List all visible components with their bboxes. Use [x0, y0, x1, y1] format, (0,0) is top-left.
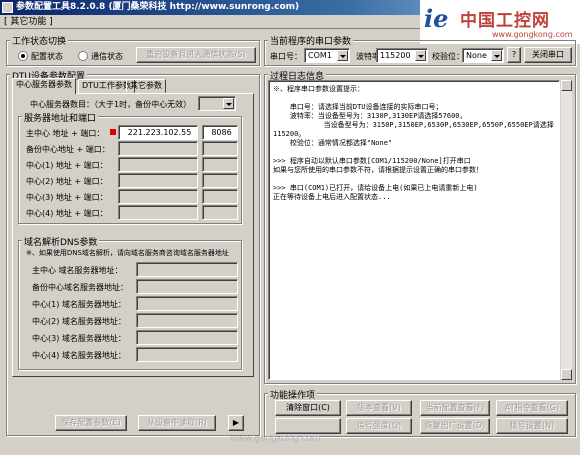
close-port-button[interactable]: 关闭串口 [524, 47, 572, 63]
dns-note: ※、如果使用DNS域名解析，请向域名服务商咨询域名服务器地址 [26, 249, 229, 257]
serial-group-label: 当前程序的串口参数 [268, 34, 354, 47]
baud-value: 115200 [380, 51, 411, 60]
server-count-select[interactable] [198, 96, 236, 111]
chevron-down-icon[interactable] [337, 50, 348, 61]
signal-strength-button[interactable]: 信号强度(Q) [346, 418, 412, 434]
dns-server-input[interactable] [136, 330, 238, 345]
scroll-up-icon[interactable] [561, 80, 572, 91]
baud-select[interactable]: 115200 [376, 48, 428, 63]
port-value: COM1 [308, 51, 332, 60]
server-row-label: 中心(2) 地址 + 端口： [26, 177, 108, 186]
comm-state-label: 通信状态 [91, 52, 123, 61]
server-count-label: 中心服务器数目：（大于1时，备份中心无效） [30, 100, 192, 109]
server-row-label: 中心(4) 地址 + 端口： [26, 209, 108, 218]
app-icon [2, 2, 13, 13]
port-label: 串口号： [270, 52, 302, 61]
config-state-radio[interactable] [18, 51, 28, 61]
dns-server-input[interactable] [136, 347, 238, 362]
dns-row-label: 中心(4) 域名服务器地址： [32, 351, 126, 360]
dns-server-input[interactable] [136, 279, 238, 294]
work-state-label: 工作状态切换 [10, 34, 69, 47]
factory-reset-button[interactable]: 恢复出厂设置(D) [420, 418, 490, 434]
logo-text: 中国工控网 [460, 11, 550, 31]
server-row-label: 主中心 地址 + 端口： [26, 129, 105, 138]
server-address-input[interactable] [118, 205, 198, 220]
server-port-input[interactable] [202, 173, 238, 188]
blank-button[interactable] [275, 418, 341, 434]
save-config-button[interactable]: 保存配置参数(E) [55, 415, 127, 431]
brand-logo: ie 中国工控网 www.gongkong.com [420, 0, 580, 44]
version-button[interactable]: 版本查看(V) [346, 400, 412, 416]
server-address-input[interactable] [118, 157, 198, 172]
clear-window-button[interactable]: 清除窗口(C) [275, 400, 341, 416]
play-button[interactable]: ▶ [228, 415, 244, 431]
dns-server-input[interactable] [136, 262, 238, 277]
active-indicator-icon [110, 129, 116, 135]
read-device-button[interactable]: 从设备中读取(R) [138, 415, 216, 431]
at-command-button[interactable]: AT指令查看(G) [496, 400, 568, 416]
server-port-input[interactable] [202, 141, 238, 156]
server-port-input[interactable] [202, 157, 238, 172]
server-port-input[interactable] [202, 189, 238, 204]
server-port-input[interactable] [202, 205, 238, 220]
dns-row-label: 主中心 域名服务器地址： [32, 266, 123, 275]
server-address-input[interactable] [118, 141, 198, 156]
dns-server-input[interactable] [136, 313, 238, 328]
server-address-input[interactable] [118, 189, 198, 204]
window-title: 参数配置工具8.2.0.8 (厦门桑荣科技 http://www.sunrong… [16, 2, 300, 12]
log-scrollbar[interactable] [560, 80, 572, 380]
dns-row-label: 中心(1) 域名服务器地址： [32, 300, 126, 309]
port-select[interactable]: COM1 [304, 48, 350, 63]
comm-state-radio[interactable] [78, 51, 88, 61]
current-config-button[interactable]: 当前配置查看(F) [420, 400, 490, 416]
logo-mark: ie [424, 4, 449, 33]
server-row-label: 中心(1) 地址 + 端口： [26, 161, 108, 170]
parity-select[interactable]: None [462, 48, 504, 63]
chevron-down-icon[interactable] [491, 50, 502, 61]
dns-group-label: 域名解析DNS参数 [22, 235, 100, 248]
server-port-input[interactable]: 8086 [202, 125, 238, 140]
tab-other[interactable]: 其它参数 [126, 79, 166, 93]
server-row-label: 备份中心地址 + 端口： [26, 145, 110, 154]
server-row-label: 中心(3) 地址 + 端口： [26, 193, 108, 202]
logo-url: www.gongkong.com [492, 30, 573, 39]
server-address-input[interactable]: 221.223.102.55 [118, 125, 198, 140]
menu-item-other[interactable]: [ 其它功能 ] [4, 17, 53, 27]
server-address-input[interactable] [118, 173, 198, 188]
dns-row-label: 中心(3) 域名服务器地址： [32, 334, 126, 343]
parity-label: 校验位： [432, 52, 464, 61]
scroll-down-icon[interactable] [561, 369, 572, 380]
tab-center-server[interactable]: 中心服务器参数 [12, 78, 76, 94]
dns-server-input[interactable] [136, 296, 238, 311]
config-state-label: 配置状态 [31, 52, 63, 61]
help-button[interactable]: ? [507, 47, 521, 63]
dns-row-label: 中心(2) 域名服务器地址： [32, 317, 126, 326]
restart-device-button[interactable]: 重启设备且进入通信状态(S) [136, 47, 256, 63]
watermark: www.gongkong.com [230, 434, 321, 444]
chevron-down-icon[interactable] [415, 50, 426, 61]
chevron-down-icon[interactable] [223, 98, 234, 109]
log-text: ※、程序串口参数设置提示： 串口号：请选择当前DTU设备连接的实际串口号； 波特… [268, 80, 560, 380]
dial-settings-button[interactable]: 拨号设置(N) [496, 418, 568, 434]
server-address-label: 服务器地址和端口 [22, 111, 99, 124]
dns-row-label: 备份中心域名服务器地址： [32, 283, 128, 292]
parity-value: None [466, 51, 487, 60]
